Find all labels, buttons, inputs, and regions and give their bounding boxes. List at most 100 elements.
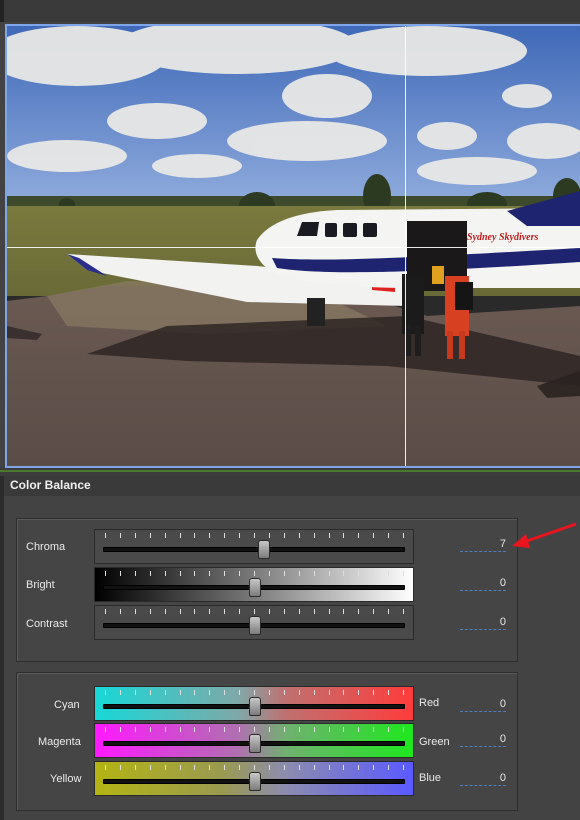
slider-tick: [388, 571, 390, 576]
slider-tick: [403, 765, 404, 770]
slider-tick: [239, 727, 241, 732]
slider-tick: [283, 765, 285, 770]
slider-tick: [209, 727, 211, 732]
slider-tick: [119, 765, 121, 770]
slider-tick: [313, 609, 315, 614]
slider-tick: [298, 690, 300, 695]
cyan-red-slider-thumb[interactable]: [249, 697, 261, 716]
slider-tick: [298, 765, 300, 770]
slider-tick: [313, 533, 315, 538]
slider-tick: [164, 609, 166, 614]
video-preview[interactable]: Sydney Skydivers: [5, 24, 580, 468]
yellow-blue-value[interactable]: 0: [460, 772, 506, 786]
slider-tick: [343, 727, 345, 732]
guide-line-horizontal: [7, 247, 580, 248]
slider-tick: [164, 727, 166, 732]
bright-value[interactable]: 0: [460, 577, 506, 591]
left-strip: [0, 476, 4, 820]
slider-tick: [313, 727, 315, 732]
slider-ticks: [105, 765, 404, 770]
cyan-red-value[interactable]: 0: [460, 698, 506, 712]
slider-tick: [179, 727, 181, 732]
contrast-value[interactable]: 0: [460, 616, 506, 630]
slider-tick: [149, 609, 151, 614]
slider-tick: [194, 765, 196, 770]
bright-slider[interactable]: [94, 567, 414, 602]
plane-lettering: Sydney Skydivers: [467, 232, 538, 243]
slider-tick: [328, 690, 330, 695]
slider-tick: [283, 571, 285, 576]
chroma-value[interactable]: 7: [460, 538, 506, 552]
slider-tick: [239, 609, 241, 614]
slider-tick: [105, 609, 106, 614]
slider-tick: [373, 765, 375, 770]
slider-tick: [403, 533, 404, 538]
slider-tick: [194, 571, 196, 576]
slider-tick: [298, 727, 300, 732]
slider-tick: [134, 765, 136, 770]
slider-tick: [239, 533, 241, 538]
slider-tick: [239, 571, 241, 576]
slider-tick: [209, 533, 211, 538]
slider-tick: [164, 533, 166, 538]
slider-tick: [283, 727, 285, 732]
guide-line-vertical: [405, 26, 406, 466]
slider-tick: [388, 727, 390, 732]
slider-track[interactable]: [103, 547, 405, 552]
slider-tick: [283, 533, 285, 538]
slider-tick: [358, 727, 360, 732]
blue-label: Blue: [419, 772, 442, 784]
yellow-label: Yellow: [50, 773, 82, 785]
chroma-slider-thumb[interactable]: [258, 540, 271, 559]
slider-tick: [268, 765, 270, 770]
slider-tick: [149, 765, 151, 770]
slider-tick: [209, 765, 211, 770]
red-label: Red: [419, 697, 440, 709]
slider-tick: [119, 727, 121, 732]
chroma-slider[interactable]: [94, 529, 414, 564]
slider-tick: [343, 609, 345, 614]
chroma-label: Chroma: [26, 541, 66, 553]
slider-tick: [164, 690, 166, 695]
slider-tick: [403, 690, 404, 695]
magenta-green-slider[interactable]: [94, 723, 414, 758]
magenta-green-value[interactable]: 0: [460, 733, 506, 747]
slider-tick: [313, 571, 315, 576]
slider-tick: [254, 765, 255, 770]
slider-tick: [298, 571, 300, 576]
yellow-blue-slider[interactable]: [94, 761, 414, 796]
slider-ticks: [105, 609, 404, 614]
slider-tick: [119, 571, 121, 576]
slider-tick: [224, 571, 226, 576]
slider-tick: [149, 690, 151, 695]
slider-tick: [105, 533, 106, 538]
contrast-slider-thumb[interactable]: [249, 616, 261, 635]
slider-tick: [268, 609, 270, 614]
slider-tick: [105, 690, 106, 695]
slider-tick: [328, 533, 330, 538]
panel-divider[interactable]: [0, 468, 580, 476]
slider-tick: [358, 571, 360, 576]
slider-tick: [105, 727, 106, 732]
bright-slider-thumb[interactable]: [249, 578, 261, 597]
contrast-slider[interactable]: [94, 605, 414, 640]
slider-tick: [105, 765, 106, 770]
slider-tick: [194, 727, 196, 732]
slider-tick: [254, 571, 255, 576]
magenta-green-slider-thumb[interactable]: [249, 734, 261, 753]
slider-tick: [254, 533, 255, 538]
green-label: Green: [419, 736, 450, 748]
yellow-blue-slider-thumb[interactable]: [249, 772, 261, 791]
cyan-red-slider[interactable]: [94, 686, 414, 721]
slider-tick: [134, 727, 136, 732]
slider-tick: [179, 609, 181, 614]
slider-ticks: [105, 727, 404, 732]
slider-tick: [119, 609, 121, 614]
slider-tick: [403, 571, 404, 576]
slider-tick: [358, 533, 360, 538]
slider-tick: [209, 609, 211, 614]
bright-label: Bright: [26, 579, 55, 591]
slider-tick: [179, 533, 181, 538]
slider-tick: [179, 690, 181, 695]
annotation-arrow: [512, 522, 577, 548]
